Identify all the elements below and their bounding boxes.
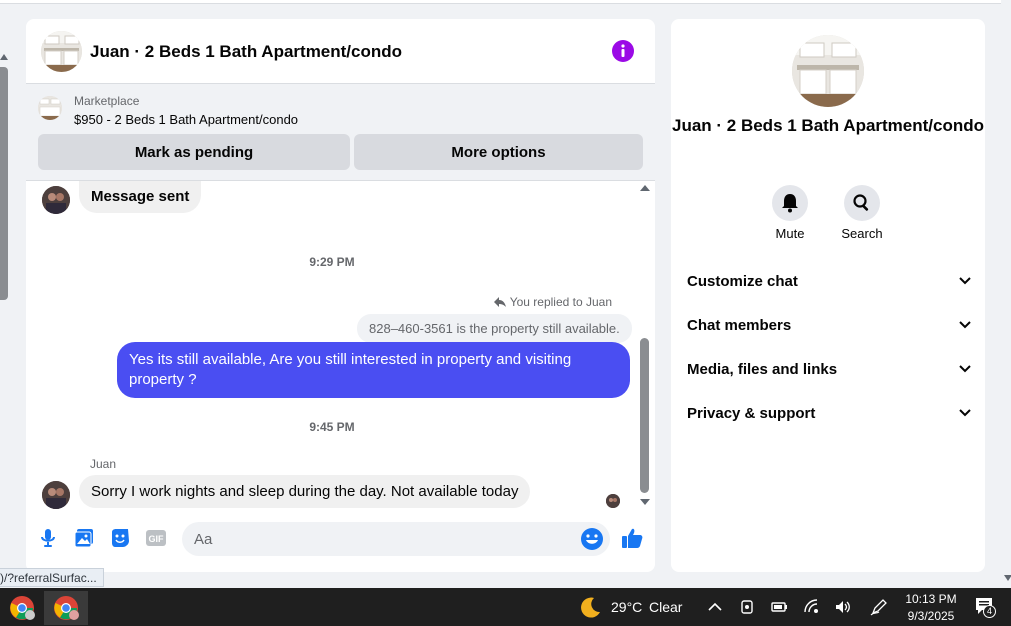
top-strip [0,0,1001,4]
incoming-message[interactable]: Sorry I work nights and sleep during the… [79,475,531,508]
emoji-icon[interactable] [580,527,604,551]
chevron-down-icon [959,321,971,329]
volume-icon[interactable] [834,598,852,616]
chat-members-section[interactable]: Chat members [687,313,971,337]
gif-icon[interactable]: GIF [144,526,168,550]
chat-header: Juan · 2 Beds 1 Bath Apartment/condo [26,19,655,84]
privacy-support-section[interactable]: Privacy & support [687,401,971,425]
message-sent-bubble[interactable]: Message sent [79,181,202,213]
chrome-profile-icon[interactable] [0,591,44,625]
message-input-placeholder: Aa [194,531,213,548]
sender-name: Juan [90,457,117,471]
clock-date: 9/3/2025 [907,609,955,623]
scroll-up-arrow-icon[interactable] [0,54,8,60]
notification-count-badge: 4 [983,605,996,618]
section-label: Customize chat [687,272,798,290]
system-clock[interactable]: 10:13 PM 9/3/2025 [896,591,966,625]
mute-button[interactable]: Mute [762,185,818,241]
photo-icon[interactable] [72,526,96,550]
apartment-avatar[interactable] [41,31,82,72]
juan-avatar[interactable] [42,481,70,509]
marketplace-banner: Marketplace $950 - 2 Beds 1 Bath Apartme… [26,84,655,181]
outgoing-message[interactable]: Yes its still available, Are you still i… [117,342,630,398]
camera-icon[interactable] [738,598,756,616]
scroll-down-arrow-icon[interactable] [640,499,650,505]
notifications-button[interactable]: 4 [974,596,996,618]
moon-weather-icon[interactable] [580,596,602,618]
chat-panel: Juan · 2 Beds 1 Bath Apartment/condo Mar… [26,19,655,572]
chevron-down-icon [959,277,971,285]
status-url-tooltip: )/?referralSurfac... [0,568,104,587]
temperature[interactable]: 29°C [611,599,642,615]
reply-indicator: You replied to Juan [493,295,612,309]
sticker-icon[interactable] [108,526,132,550]
battery-icon[interactable] [770,598,788,616]
chat-title[interactable]: Juan · 2 Beds 1 Bath Apartment/condo [90,42,402,62]
bell-icon[interactable] [772,185,808,221]
chrome-active-icon[interactable] [44,591,88,625]
search-button[interactable]: Search [834,185,890,241]
section-label: Privacy & support [687,404,816,422]
scroll-up-arrow-icon[interactable] [640,185,650,191]
more-options-button[interactable]: More options [354,134,643,170]
taskbar: 29°C Clear 10:13 PM 9/3/2025 4 [0,588,1011,626]
marketplace-label: Marketplace [74,94,140,108]
chevron-up-icon[interactable] [706,598,724,616]
quoted-message[interactable]: 828–460-3561 is the property still avail… [357,314,632,343]
info-icon[interactable] [612,40,634,62]
juan-avatar[interactable] [42,186,70,214]
apartment-avatar-large[interactable] [792,35,864,107]
section-label: Chat members [687,316,792,334]
reply-indicator-label: You replied to Juan [509,295,612,309]
media-files-links-section[interactable]: Media, files and links [687,357,971,381]
mark-as-pending-button[interactable]: Mark as pending [38,134,350,170]
chevron-down-icon [959,409,971,417]
search-label: Search [841,226,883,241]
side-panel-title: Juan · 2 Beds 1 Bath Apartment/condo [671,116,985,135]
customize-chat-section[interactable]: Customize chat [687,269,971,293]
chevron-down-icon [959,365,971,373]
mute-label: Mute [775,226,805,241]
wifi-icon[interactable] [803,598,821,616]
listing-title[interactable]: $950 - 2 Beds 1 Bath Apartment/condo [74,112,298,127]
chat-info-panel: Juan · 2 Beds 1 Bath Apartment/condo Mut… [671,19,985,572]
message-input[interactable]: Aa [182,522,610,556]
seen-indicator-avatar [606,494,620,508]
search-icon[interactable] [844,185,880,221]
gif-icon-label: GIF [149,534,165,544]
weather-condition[interactable]: Clear [649,599,682,615]
message-list[interactable]: Message sent 9:29 PM You replied to Juan… [26,181,655,513]
pen-icon[interactable] [870,598,888,616]
section-label: Media, files and links [687,360,838,378]
message-scrollbar[interactable] [638,181,652,513]
timestamp: 9:45 PM [309,420,355,434]
clock-time: 10:13 PM [905,592,957,606]
scroll-down-arrow-icon[interactable] [1004,575,1011,581]
microphone-icon[interactable] [36,526,60,550]
listing-thumbnail[interactable] [38,96,62,120]
thumbs-up-icon[interactable] [620,526,644,550]
message-composer: GIF Aa [26,513,655,572]
scrollbar-thumb[interactable] [640,338,649,493]
reply-arrow-icon [493,297,506,307]
scrollbar-thumb[interactable] [0,67,8,300]
page-scrollbar[interactable] [0,52,8,302]
timestamp: 9:29 PM [309,255,355,269]
